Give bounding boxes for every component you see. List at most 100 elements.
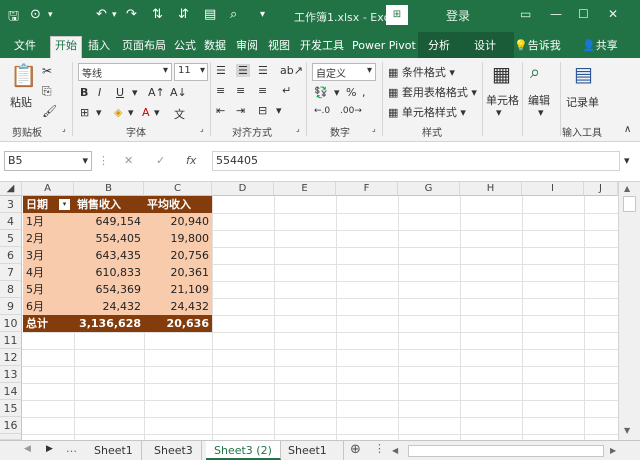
vertical-scrollbar[interactable]: ▲ ▼	[618, 182, 640, 440]
share-button[interactable]: 👤共享	[582, 37, 618, 55]
table-cell[interactable]: 6月	[23, 298, 74, 315]
add-sheet-icon[interactable]: ⊕	[350, 442, 361, 457]
row-header[interactable]: 8	[0, 281, 22, 298]
column-header[interactable]: A	[22, 182, 74, 196]
maximize-icon[interactable]: ☐	[578, 7, 589, 21]
tab-insert[interactable]: 插入	[88, 37, 110, 55]
sort-desc-icon[interactable]: ⇵	[178, 7, 189, 22]
ribbon-display-icon[interactable]: ⊞	[386, 5, 408, 25]
table-cell[interactable]: 20,940	[144, 213, 212, 230]
column-header[interactable]: H	[460, 182, 522, 196]
table-cell[interactable]: 4月	[23, 264, 74, 281]
tab-data[interactable]: 数据	[204, 37, 226, 55]
row-header[interactable]: 10	[0, 315, 22, 332]
sheet-tab[interactable]: Sheet3	[146, 441, 202, 460]
minimize-icon[interactable]: —	[550, 7, 562, 21]
cells-dropdown-icon[interactable]: ▾	[496, 106, 502, 119]
borders-dropdown-icon[interactable]: ▾	[96, 106, 102, 119]
table-cell[interactable]: 20,756	[144, 247, 212, 264]
align-center-icon[interactable]: ≡	[236, 84, 245, 97]
table-cell[interactable]: 1月	[23, 213, 74, 230]
currency-icon[interactable]: 💱	[314, 86, 328, 99]
sort-asc-icon[interactable]: ⇅	[152, 7, 163, 22]
row-header[interactable]: 3	[0, 196, 22, 213]
name-box[interactable]: B5 ▾	[4, 151, 92, 171]
row-header[interactable]: 13	[0, 366, 22, 383]
ribbon-options-icon[interactable]: ▭	[520, 7, 531, 21]
bold-button[interactable]: B	[80, 86, 88, 99]
save-icon[interactable]: 🖫	[8, 7, 19, 29]
table-cell[interactable]: 21,109	[144, 281, 212, 298]
fill-dropdown-icon[interactable]: ▾	[128, 106, 134, 119]
font-grow-icon[interactable]: A↑	[148, 86, 165, 99]
grand-total-label[interactable]: 总计	[23, 315, 74, 332]
open-file-icon[interactable]: ▤	[204, 7, 216, 22]
align-bottom-icon[interactable]: ☰	[258, 64, 268, 77]
table-cell[interactable]: 643,435	[74, 247, 144, 264]
row-header[interactable]: 4	[0, 213, 22, 230]
number-format-select[interactable]: 自定义 ▾	[312, 63, 376, 81]
select-all-corner[interactable]: ◢	[0, 182, 22, 196]
align-top-icon[interactable]: ☰	[216, 64, 226, 77]
align-right-icon[interactable]: ≡	[258, 84, 267, 97]
underline-button[interactable]: U	[116, 86, 124, 99]
customize-qa-icon[interactable]: ▾	[260, 9, 265, 20]
cell-styles-button[interactable]: ▦ 单元格样式 ▾	[388, 104, 466, 120]
redo-icon[interactable]: ↷	[126, 7, 137, 22]
scroll-right-icon[interactable]: ▶	[610, 446, 616, 455]
pivot-header-cell[interactable]: 销售收入	[74, 196, 144, 213]
filter-dropdown-icon[interactable]: ▾	[59, 199, 70, 210]
font-size-select[interactable]: 11 ▾	[174, 63, 208, 81]
tab-formulas[interactable]: 公式	[174, 37, 196, 55]
table-cell[interactable]: 554,405	[74, 230, 144, 247]
insert-function-icon[interactable]: fx	[186, 154, 196, 167]
scroll-left-icon[interactable]: ◀	[392, 446, 398, 455]
pivot-header-cell[interactable]: 平均收入	[144, 196, 212, 213]
format-as-table-button[interactable]: ▦ 套用表格格式 ▾	[388, 84, 477, 100]
column-header[interactable]: C	[144, 182, 212, 196]
comma-icon[interactable]: ,	[362, 86, 366, 99]
record-form-button[interactable]: 记录单	[566, 94, 599, 110]
table-cell[interactable]: 24,432	[74, 298, 144, 315]
tab-analyze[interactable]: 分析	[428, 37, 450, 55]
clipboard-launcher-icon[interactable]: ⌟	[62, 124, 66, 133]
wrap-text-icon[interactable]: ↵	[282, 84, 291, 97]
font-color-icon[interactable]: A	[142, 106, 150, 119]
cells-icon[interactable]: ▦	[492, 62, 511, 86]
sheet-tab-active[interactable]: Sheet3 (2)	[206, 441, 281, 460]
search-icon[interactable]: ⌕	[530, 62, 540, 83]
editing-dropdown-icon[interactable]: ▾	[538, 106, 544, 119]
row-header[interactable]: 14	[0, 383, 22, 400]
phonetic-icon[interactable]: 文	[174, 106, 185, 122]
decrease-decimal-icon[interactable]: .00→	[340, 106, 362, 116]
increase-decimal-icon[interactable]: ←.0	[314, 106, 330, 116]
percent-icon[interactable]: %	[346, 86, 356, 99]
form-icon[interactable]: ▤	[574, 62, 593, 86]
format-painter-icon[interactable]: 🖌	[42, 104, 57, 118]
row-header[interactable]: 9	[0, 298, 22, 315]
undo-icon[interactable]: ↶	[96, 7, 107, 22]
row-header[interactable]: 12	[0, 349, 22, 366]
font-name-select[interactable]: 等线 ▾	[78, 63, 172, 81]
tab-power-pivot[interactable]: Power Pivot	[352, 37, 416, 55]
horizontal-scrollbar[interactable]	[408, 445, 604, 457]
print-preview-icon[interactable]: ⌕	[230, 7, 237, 22]
tab-review[interactable]: 审阅	[236, 37, 258, 55]
cells-button[interactable]: 单元格	[486, 92, 519, 108]
expand-formula-icon[interactable]: ▾	[624, 154, 630, 167]
table-cell[interactable]: 649,154	[74, 213, 144, 230]
row-header[interactable]: 11	[0, 332, 22, 349]
qa-dropdown-icon[interactable]: ▾	[48, 10, 53, 20]
tab-home[interactable]: 开始	[50, 36, 82, 58]
tab-view[interactable]: 视图	[268, 37, 290, 55]
grand-total-cell[interactable]: 20,636	[144, 315, 212, 332]
underline-dropdown-icon[interactable]: ▾	[132, 86, 138, 99]
column-header[interactable]: J	[584, 182, 618, 196]
table-cell[interactable]: 2月	[23, 230, 74, 247]
tab-design[interactable]: 设计	[474, 37, 496, 55]
scroll-up-icon[interactable]: ▲	[624, 184, 630, 193]
copy-icon[interactable]: ⎘	[42, 84, 52, 99]
touch-mode-icon[interactable]: ⊙	[30, 7, 41, 22]
tab-page-layout[interactable]: 页面布局	[122, 37, 166, 55]
row-header[interactable]: 6	[0, 247, 22, 264]
